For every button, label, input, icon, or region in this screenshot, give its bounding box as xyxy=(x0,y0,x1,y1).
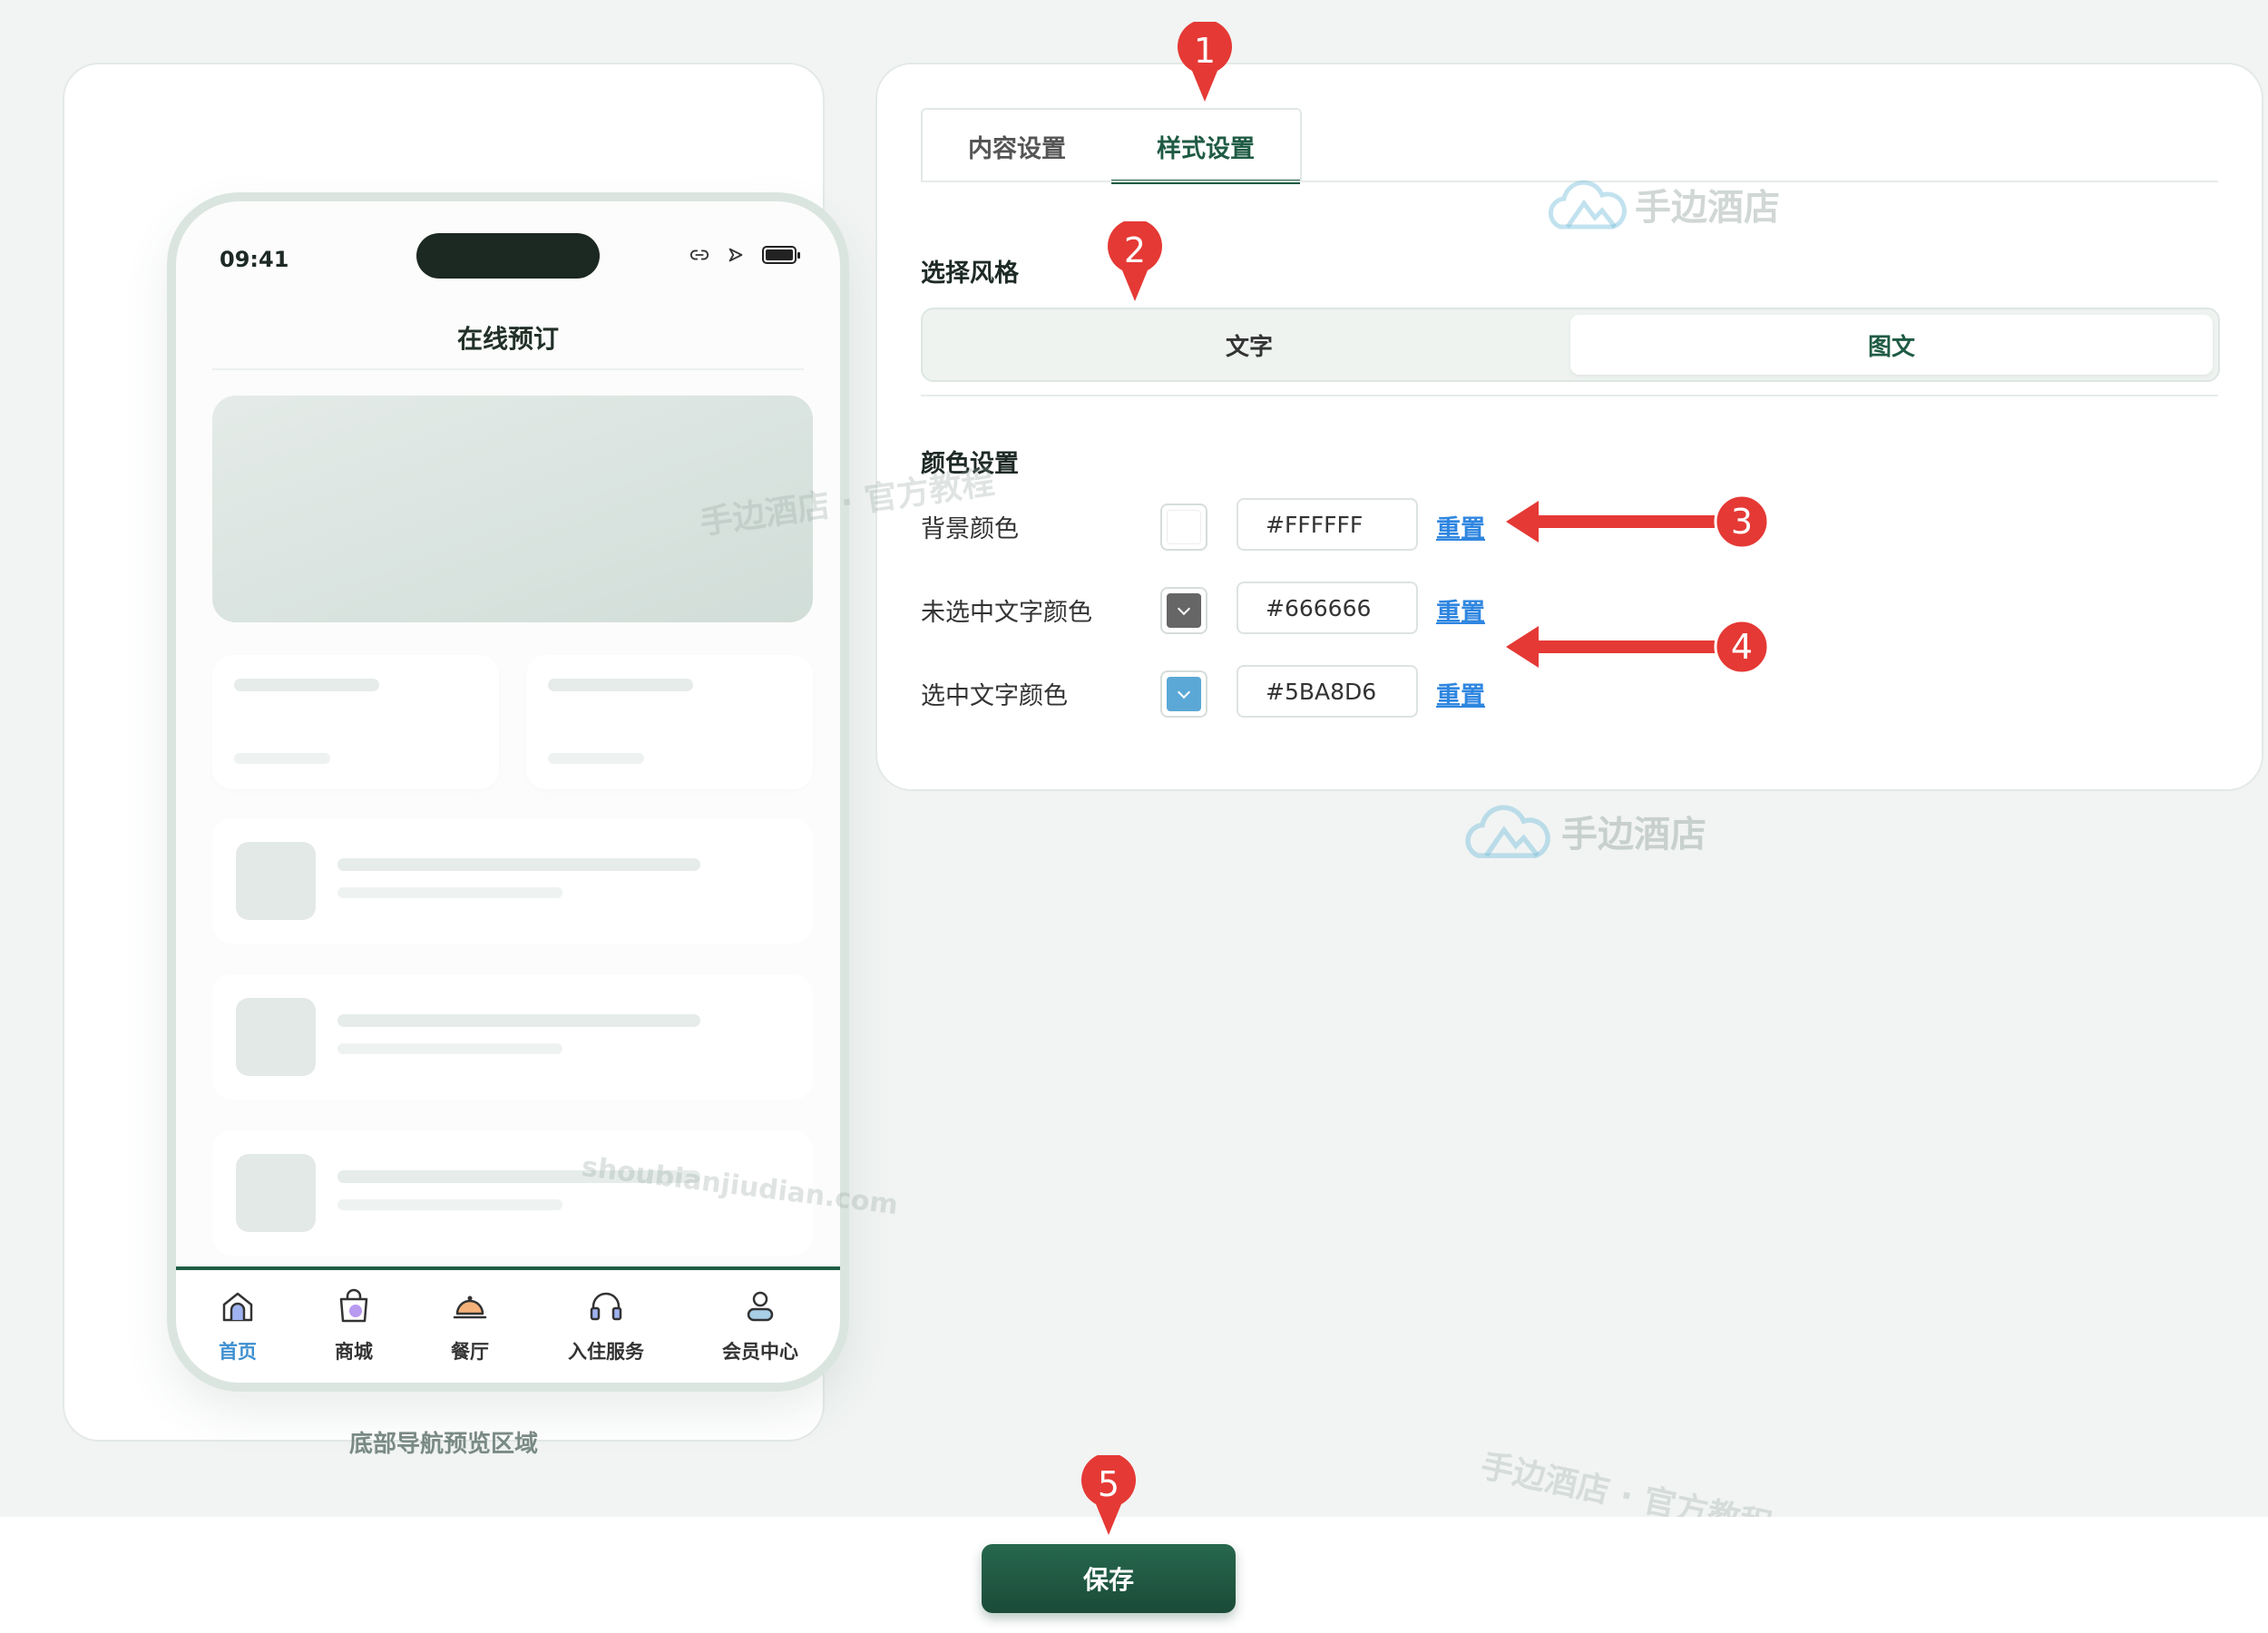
battery-icon xyxy=(762,246,800,264)
style-option-image-text[interactable]: 图文 xyxy=(1570,315,2213,375)
color-picker-swatch[interactable] xyxy=(1160,670,1207,718)
page-title: 在线预订 xyxy=(456,324,559,354)
home-icon xyxy=(222,1292,253,1322)
quick-card-placeholder xyxy=(526,655,813,789)
swatch-fill xyxy=(1167,677,1201,711)
color-picker-swatch[interactable] xyxy=(1160,504,1207,551)
swatch-fill xyxy=(1167,593,1201,628)
color-label: 背景颜色 xyxy=(921,515,1019,543)
divider xyxy=(921,395,2218,396)
cloud-mountain-icon xyxy=(1465,805,1550,858)
banner-placeholder xyxy=(212,396,813,622)
status-icons xyxy=(689,245,800,265)
location-arrow-icon xyxy=(728,248,743,262)
list-item-placeholder xyxy=(212,818,813,944)
list-item-placeholder xyxy=(212,974,813,1100)
swatch-fill xyxy=(1167,510,1201,544)
quick-card-placeholder xyxy=(212,655,499,789)
status-time: 09:41 xyxy=(220,247,289,272)
reset-link[interactable]: 重置 xyxy=(1436,509,1485,544)
tab-home[interactable]: 首页 xyxy=(176,1286,301,1364)
color-row-background: 背景颜色 重置 xyxy=(921,498,1737,552)
headset-icon xyxy=(590,1292,622,1321)
color-row-unselected-text: 未选中文字颜色 重置 xyxy=(921,582,1737,636)
style-selector: 文字 图文 xyxy=(921,308,2220,382)
hex-color-input[interactable] xyxy=(1237,582,1418,634)
color-row-selected-text: 选中文字颜色 重置 xyxy=(921,665,1737,719)
shopping-bag-icon xyxy=(339,1288,368,1323)
settings-panel: 内容设置 样式设置 选择风格 文字 图文 颜色设置 背景颜色 重置 未选中文字颜… xyxy=(875,63,2263,791)
dynamic-island xyxy=(416,233,600,279)
color-section-label: 颜色设置 xyxy=(921,450,1019,478)
tab-label: 会员中心 xyxy=(722,1341,798,1363)
tab-restaurant[interactable]: 餐厅 xyxy=(406,1286,533,1364)
annotation-number: 5 xyxy=(1097,1464,1120,1504)
tab-member-center[interactable]: 会员中心 xyxy=(697,1286,824,1364)
tabs-divider xyxy=(921,181,2218,182)
preview-caption: 底部导航预览区域 xyxy=(348,1431,538,1458)
tab-label: 入住服务 xyxy=(568,1341,644,1363)
hex-color-input[interactable] xyxy=(1237,498,1418,551)
tab-content-settings[interactable]: 内容设置 xyxy=(923,110,1111,182)
preview-panel: 09:41 在线预订 首页 商城 餐厅 入住服务 会员中心 底部导航预览区域 xyxy=(63,63,849,1458)
chevron-down-icon xyxy=(1177,685,1191,699)
tab-label: 餐厅 xyxy=(451,1341,489,1363)
reset-link[interactable]: 重置 xyxy=(1436,592,1485,628)
link-icon xyxy=(689,249,709,260)
tab-checkin-service[interactable]: 入住服务 xyxy=(543,1286,670,1364)
watermark-logo: 手边酒店 xyxy=(1456,797,1706,865)
list-item-placeholder xyxy=(212,1130,813,1256)
tab-style-settings[interactable]: 样式设置 xyxy=(1111,110,1300,184)
style-section-label: 选择风格 xyxy=(921,259,1019,288)
hex-color-input[interactable] xyxy=(1237,665,1418,718)
bottom-tab-bar: 首页 商城 餐厅 入住服务 会员中心 xyxy=(176,1266,840,1383)
color-picker-swatch[interactable] xyxy=(1160,587,1207,634)
tab-mall[interactable]: 商城 xyxy=(290,1286,417,1364)
style-option-text[interactable]: 文字 xyxy=(928,315,1570,375)
watermark-brand: 手边酒店 xyxy=(1561,814,1706,856)
status-bar: 09:41 xyxy=(176,201,840,310)
settings-tabs: 内容设置 样式设置 xyxy=(921,108,1302,184)
tab-label: 首页 xyxy=(219,1341,257,1363)
phone-mockup: 09:41 在线预订 首页 商城 餐厅 入住服务 会员中心 xyxy=(167,192,849,1392)
chevron-down-icon xyxy=(1177,601,1191,616)
color-label: 选中文字颜色 xyxy=(921,682,1068,710)
user-icon xyxy=(747,1291,774,1322)
color-label: 未选中文字颜色 xyxy=(921,599,1092,627)
divider xyxy=(212,368,804,370)
reset-link[interactable]: 重置 xyxy=(1436,676,1485,711)
save-button[interactable]: 保存 xyxy=(982,1544,1236,1613)
tab-label: 商城 xyxy=(335,1341,373,1363)
service-bell-icon xyxy=(453,1296,487,1319)
